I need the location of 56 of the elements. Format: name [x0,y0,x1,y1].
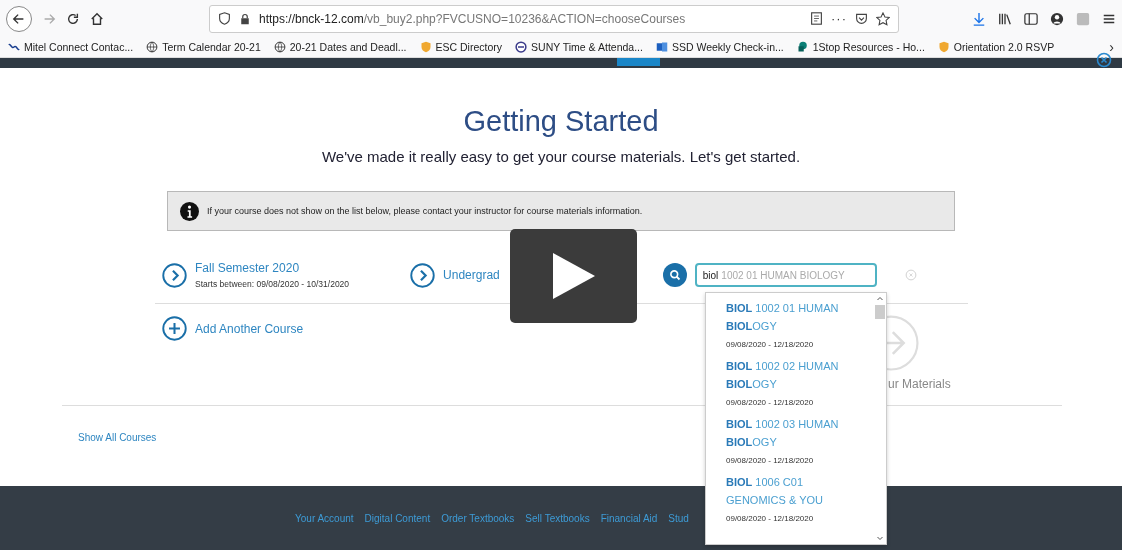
account-icon[interactable] [1050,11,1064,26]
bookmark[interactable]: Term Calendar 20-21 [146,41,261,53]
course-search-field[interactable]: biol 1002 01 HUMAN BIOLOGY [694,263,877,287]
library-icon[interactable] [998,11,1012,26]
bookmarks-overflow[interactable]: › [1109,39,1114,55]
star-icon[interactable] [876,11,890,26]
more-button[interactable]: ··· [831,11,847,26]
show-all-courses-link[interactable]: Show All Courses [78,432,157,443]
chevron-circle-icon[interactable] [410,262,436,288]
pocket-icon[interactable] [855,12,868,25]
add-course-button[interactable]: Add Another Course [162,316,304,341]
plus-circle-icon[interactable] [162,316,187,341]
shield-icon[interactable] [218,12,231,25]
course-result[interactable]: BIOL 1006 C01 GENOMICS & YOU 09/08/2020 - 12/18/2020 [726,473,856,523]
close-icon[interactable] [1096,52,1112,68]
bookmark[interactable]: ESC Directory [419,41,503,53]
globe-icon[interactable] [146,41,159,53]
search-icon [668,269,681,281]
term-option[interactable]: Fall Semester 2020 Starts between: 09/08/2020 - 10/31/2020 [162,261,350,289]
globe-icon[interactable] [273,41,286,53]
page-title: Getting Started [462,104,660,138]
bookmark[interactable]: Orientation 2.0 RSVP [937,41,1055,53]
home-icon[interactable] [90,11,104,26]
address-bar[interactable]: https://bnck-12.com/vb_buy2.php?FVCUSNO=10236&ACTION=chooseCourses ··· [209,4,899,33]
footer-link[interactable]: Digital Content [364,513,431,525]
sidebar-icon[interactable] [1024,11,1038,26]
footer-link[interactable]: Sell Textbooks [525,513,590,525]
chevron-circle-icon[interactable] [162,262,187,288]
back-arrow-icon[interactable] [12,11,26,26]
course-result[interactable]: BIOL 1002 03 HUMAN BIOLOGY 09/08/2020 - 12/18/2020 [726,415,856,465]
page-subtitle: We've made it really easy to get your course materials. Let's get started. [320,148,802,165]
bookmark[interactable]: Mitel Connect Contac... [8,41,134,53]
reload-icon[interactable] [66,11,80,26]
search-button[interactable] [662,263,687,287]
bookmark[interactable]: 20-21 Dates and Deadl... [273,41,407,53]
level-option[interactable]: Undergrad [410,262,500,288]
footer-link[interactable]: Your Account [295,513,354,525]
document-icon[interactable] [655,41,668,53]
info-icon[interactable] [180,201,199,221]
scrollbar-thumb[interactable] [874,305,885,319]
download-icon[interactable] [972,11,986,26]
bookmark[interactable]: 1Stop Resources - Ho... [796,41,925,53]
notice-text: If your course does not show on the list below, please contact your instructor for course materials information. [207,206,643,216]
play-button[interactable] [510,229,637,323]
footer-link[interactable]: Order Textbooks [441,513,515,525]
course-result[interactable]: BIOL 1002 02 HUMAN BIOLOGY 09/08/2020 - 12/18/2020 [726,357,856,407]
play-icon [550,251,597,301]
back-button[interactable] [6,5,32,32]
footer-link[interactable]: Financial Aid [600,513,658,525]
bookmark[interactable]: SUNY Time & Attenda... [515,41,643,53]
lock-icon[interactable] [239,12,251,25]
reader-icon[interactable] [810,12,823,25]
materials-label: ur Materials [888,377,951,391]
footer-link[interactable]: Stud [668,513,689,525]
course-result[interactable]: BIOL 1002 01 HUMAN BIOLOGY 09/08/2020 - 12/18/2020 [726,299,856,349]
bookmark[interactable]: SSD Weekly Check-in... [655,41,784,53]
